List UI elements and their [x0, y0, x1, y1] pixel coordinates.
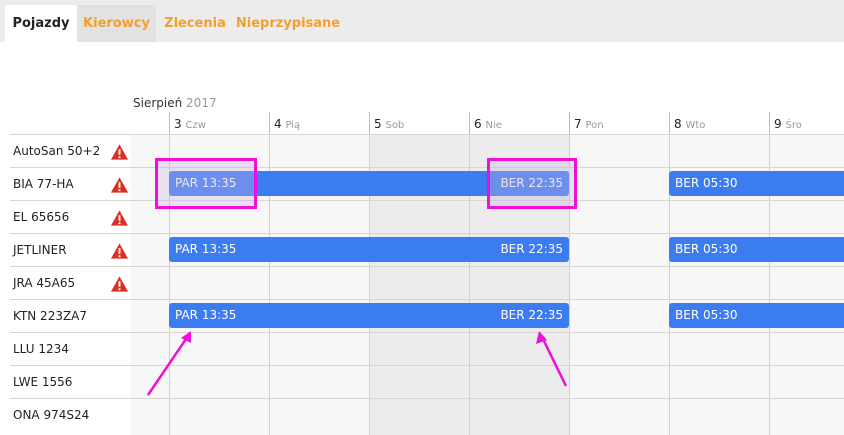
arrow-icon: [536, 331, 568, 387]
annotation-arrows: [146, 331, 568, 396]
arrow-icon: [146, 331, 191, 396]
